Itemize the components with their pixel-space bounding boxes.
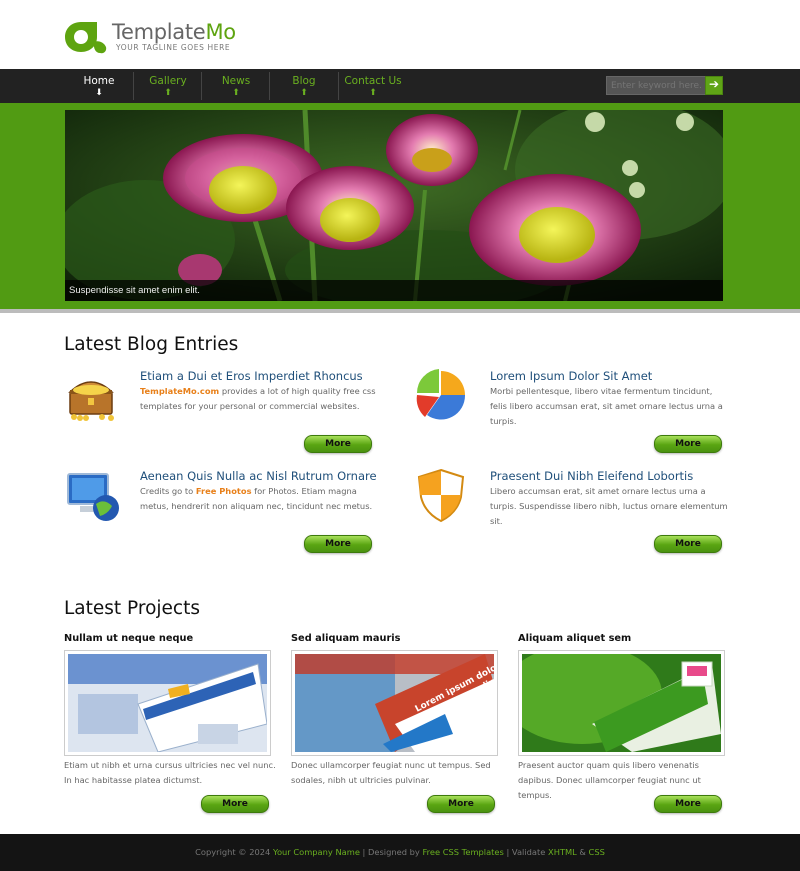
post-excerpt: Libero accumsan erat, sit amet ornare le… [490, 486, 728, 526]
post-excerpt: Morbi pellentesque, libero vitae ferment… [490, 386, 723, 426]
banner-image [65, 110, 723, 301]
blog-section-title: Latest Blog Entries [64, 334, 239, 355]
footer-company-link[interactable]: Your Company Name [273, 847, 360, 857]
footer-css-link[interactable]: CSS [589, 847, 605, 857]
post-excerpt-prefix: Credits go to [140, 486, 196, 496]
menu-label: Blog [292, 75, 316, 87]
more-button[interactable]: More [654, 435, 722, 453]
menu-label: Gallery [149, 75, 187, 87]
footer-text: | Designed by [359, 847, 423, 857]
more-button[interactable]: More [304, 535, 372, 553]
menu-divider [133, 72, 134, 100]
arrow-right-icon: ➔ [708, 77, 720, 91]
more-button[interactable]: More [201, 795, 269, 813]
project-image [522, 654, 721, 752]
logo-text[interactable]: TemplateMo [112, 20, 236, 44]
footer-copyright: Copyright © 2024 [195, 847, 273, 857]
project-thumbnail[interactable] [64, 650, 271, 756]
project-thumbnail[interactable] [518, 650, 725, 756]
menu-item-gallery[interactable]: Gallery ⬆ [138, 69, 198, 103]
footer-text: & [576, 847, 589, 857]
project-description: Etiam ut nibh et urna cursus ultricies n… [64, 760, 276, 785]
menu-divider [338, 72, 339, 100]
footer-text: | Validate [503, 847, 549, 857]
project-title[interactable]: Aliquam aliquet sem [518, 633, 631, 644]
menu-item-news[interactable]: News ⬆ [206, 69, 266, 103]
project-title[interactable]: Nullam ut neque neque [64, 633, 193, 644]
post-title[interactable]: Praesent Dui Nibh Eleifend Lobortis [490, 469, 693, 483]
banner-caption: Suspendisse sit amet enim elit. [65, 280, 723, 301]
project-thumbnail[interactable]: Lorem ipsum dolor consectetur adipiscing [291, 650, 498, 756]
arrow-down-icon: ⬇ [95, 88, 103, 98]
logo-main-text: Template [112, 20, 206, 44]
footer-xhtml-link[interactable]: XHTML [548, 847, 577, 857]
logo-icon[interactable] [64, 20, 108, 54]
menu-item-home[interactable]: Home ⬇ [70, 69, 128, 103]
more-button[interactable]: More [654, 535, 722, 553]
more-button[interactable]: More [304, 435, 372, 453]
project-title[interactable]: Sed aliquam mauris [291, 633, 400, 644]
more-button[interactable]: More [654, 795, 722, 813]
arrow-up-icon: ⬆ [300, 88, 308, 98]
flower-photo [65, 110, 723, 301]
post-link[interactable]: Free Photos [196, 486, 252, 496]
treasure-chest-icon [68, 381, 114, 421]
projects-section-title: Latest Projects [64, 598, 200, 619]
footer-designer-link[interactable]: Free CSS Templates [422, 847, 503, 857]
post-title[interactable]: Etiam a Dui et Eros Imperdiet Rhoncus [140, 369, 363, 383]
project-image: Lorem ipsum dolor consectetur adipiscing [295, 654, 494, 752]
project-image [68, 654, 267, 752]
more-button[interactable]: More [427, 795, 495, 813]
pie-chart-icon [416, 369, 466, 420]
shield-icon [417, 468, 465, 523]
site-header: TemplateMo YOUR TAGLINE GOES HERE [0, 0, 800, 69]
menu-item-blog[interactable]: Blog ⬆ [274, 69, 334, 103]
arrow-up-icon: ⬆ [369, 88, 377, 98]
menu-divider [201, 72, 202, 100]
post-title[interactable]: Aenean Quis Nulla ac Nisl Rutrum Ornare [140, 469, 377, 483]
post-excerpt: TemplateMo.com provides a lot of high qu… [140, 384, 380, 414]
menu-label: News [221, 75, 251, 87]
arrow-up-icon: ⬆ [232, 88, 240, 98]
post-excerpt: Credits go to Free Photos for Photos. Et… [140, 484, 380, 514]
monitor-globe-icon [67, 473, 119, 521]
logo-accent-text: Mo [205, 20, 236, 44]
menu-divider [269, 72, 270, 100]
search-input[interactable] [606, 76, 706, 95]
menu-label: Contact Us [344, 75, 402, 87]
post-link[interactable]: TemplateMo.com [140, 386, 219, 396]
project-description: Donec ullamcorper feugiat nunc ut tempus… [291, 760, 491, 785]
menu-label: Home [83, 75, 115, 87]
tagline: YOUR TAGLINE GOES HERE [116, 43, 231, 52]
search-button[interactable]: ➔ [705, 76, 723, 95]
site-footer: Copyright © 2024 Your Company Name | Des… [0, 834, 800, 871]
menu-item-contact[interactable]: Contact Us ⬆ [341, 69, 405, 103]
banner-divider [0, 309, 800, 313]
arrow-up-icon: ⬆ [164, 88, 172, 98]
post-title[interactable]: Lorem Ipsum Dolor Sit Amet [490, 369, 652, 383]
